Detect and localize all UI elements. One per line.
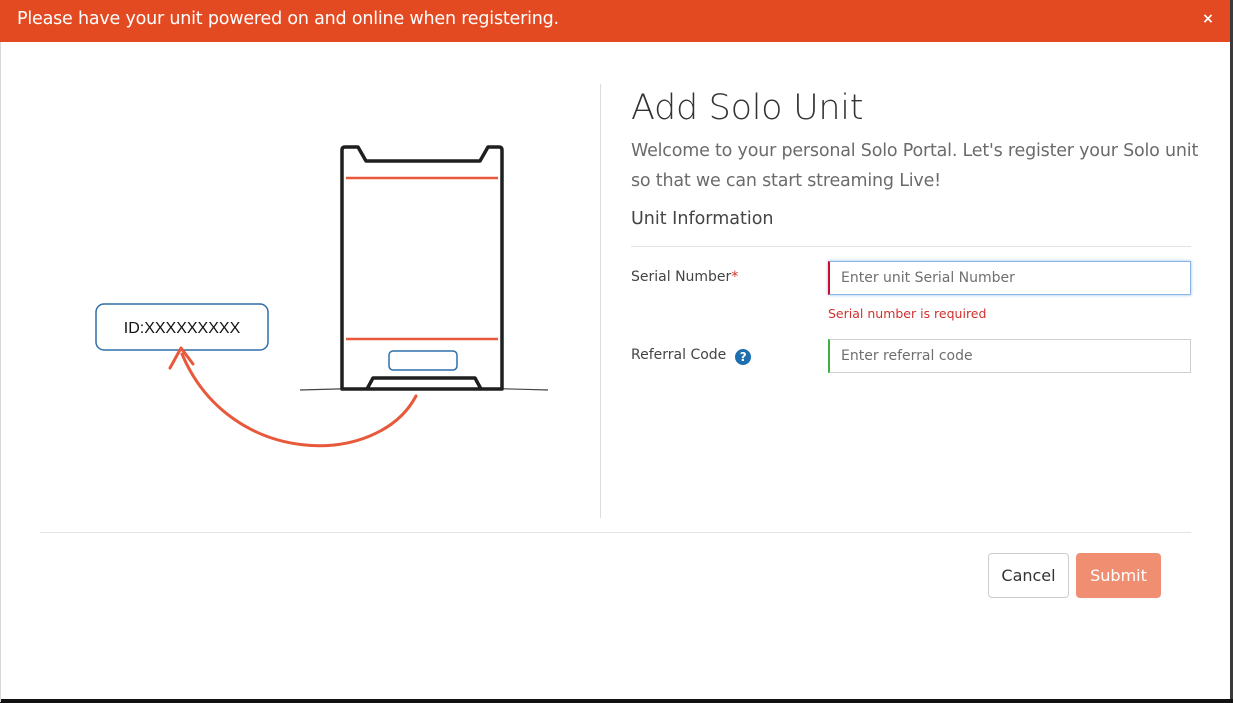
vertical-divider [600,84,601,518]
close-icon[interactable]: × [1200,11,1216,27]
banner-message: Please have your unit powered on and onl… [17,9,559,29]
page-subtitle: Welcome to your personal Solo Portal. Le… [631,141,1199,191]
unit-id-illustration: ID:XXXXXXXXX [0,42,600,522]
page-title: Add Solo Unit [631,88,864,128]
cancel-button[interactable]: Cancel [988,553,1069,598]
serial-number-label: Serial Number* [631,269,738,285]
section-divider [631,246,1191,247]
required-marker: * [731,269,739,285]
arrow-head-icon [168,346,195,370]
referral-code-input[interactable] [828,339,1191,373]
device-id-slot [388,350,458,371]
serial-number-label-text: Serial Number [631,269,732,285]
solo-unit-drawing: ID:XXXXXXXXX [95,145,549,448]
id-label-text: ID:XXXXXXXXX [124,320,241,337]
serial-number-input[interactable] [828,261,1191,295]
section-title: Unit Information [631,209,774,229]
submit-button[interactable]: Submit [1076,553,1161,598]
help-icon[interactable]: ? [735,349,752,365]
serial-number-error: Serial number is required [828,306,987,321]
footer-divider [40,532,1191,533]
alert-banner: Please have your unit powered on and onl… [0,0,1230,42]
window-bottom-edge [0,699,1233,703]
referral-code-label-text: Referral Code [631,347,727,363]
referral-code-label: Referral Code? [631,347,752,365]
